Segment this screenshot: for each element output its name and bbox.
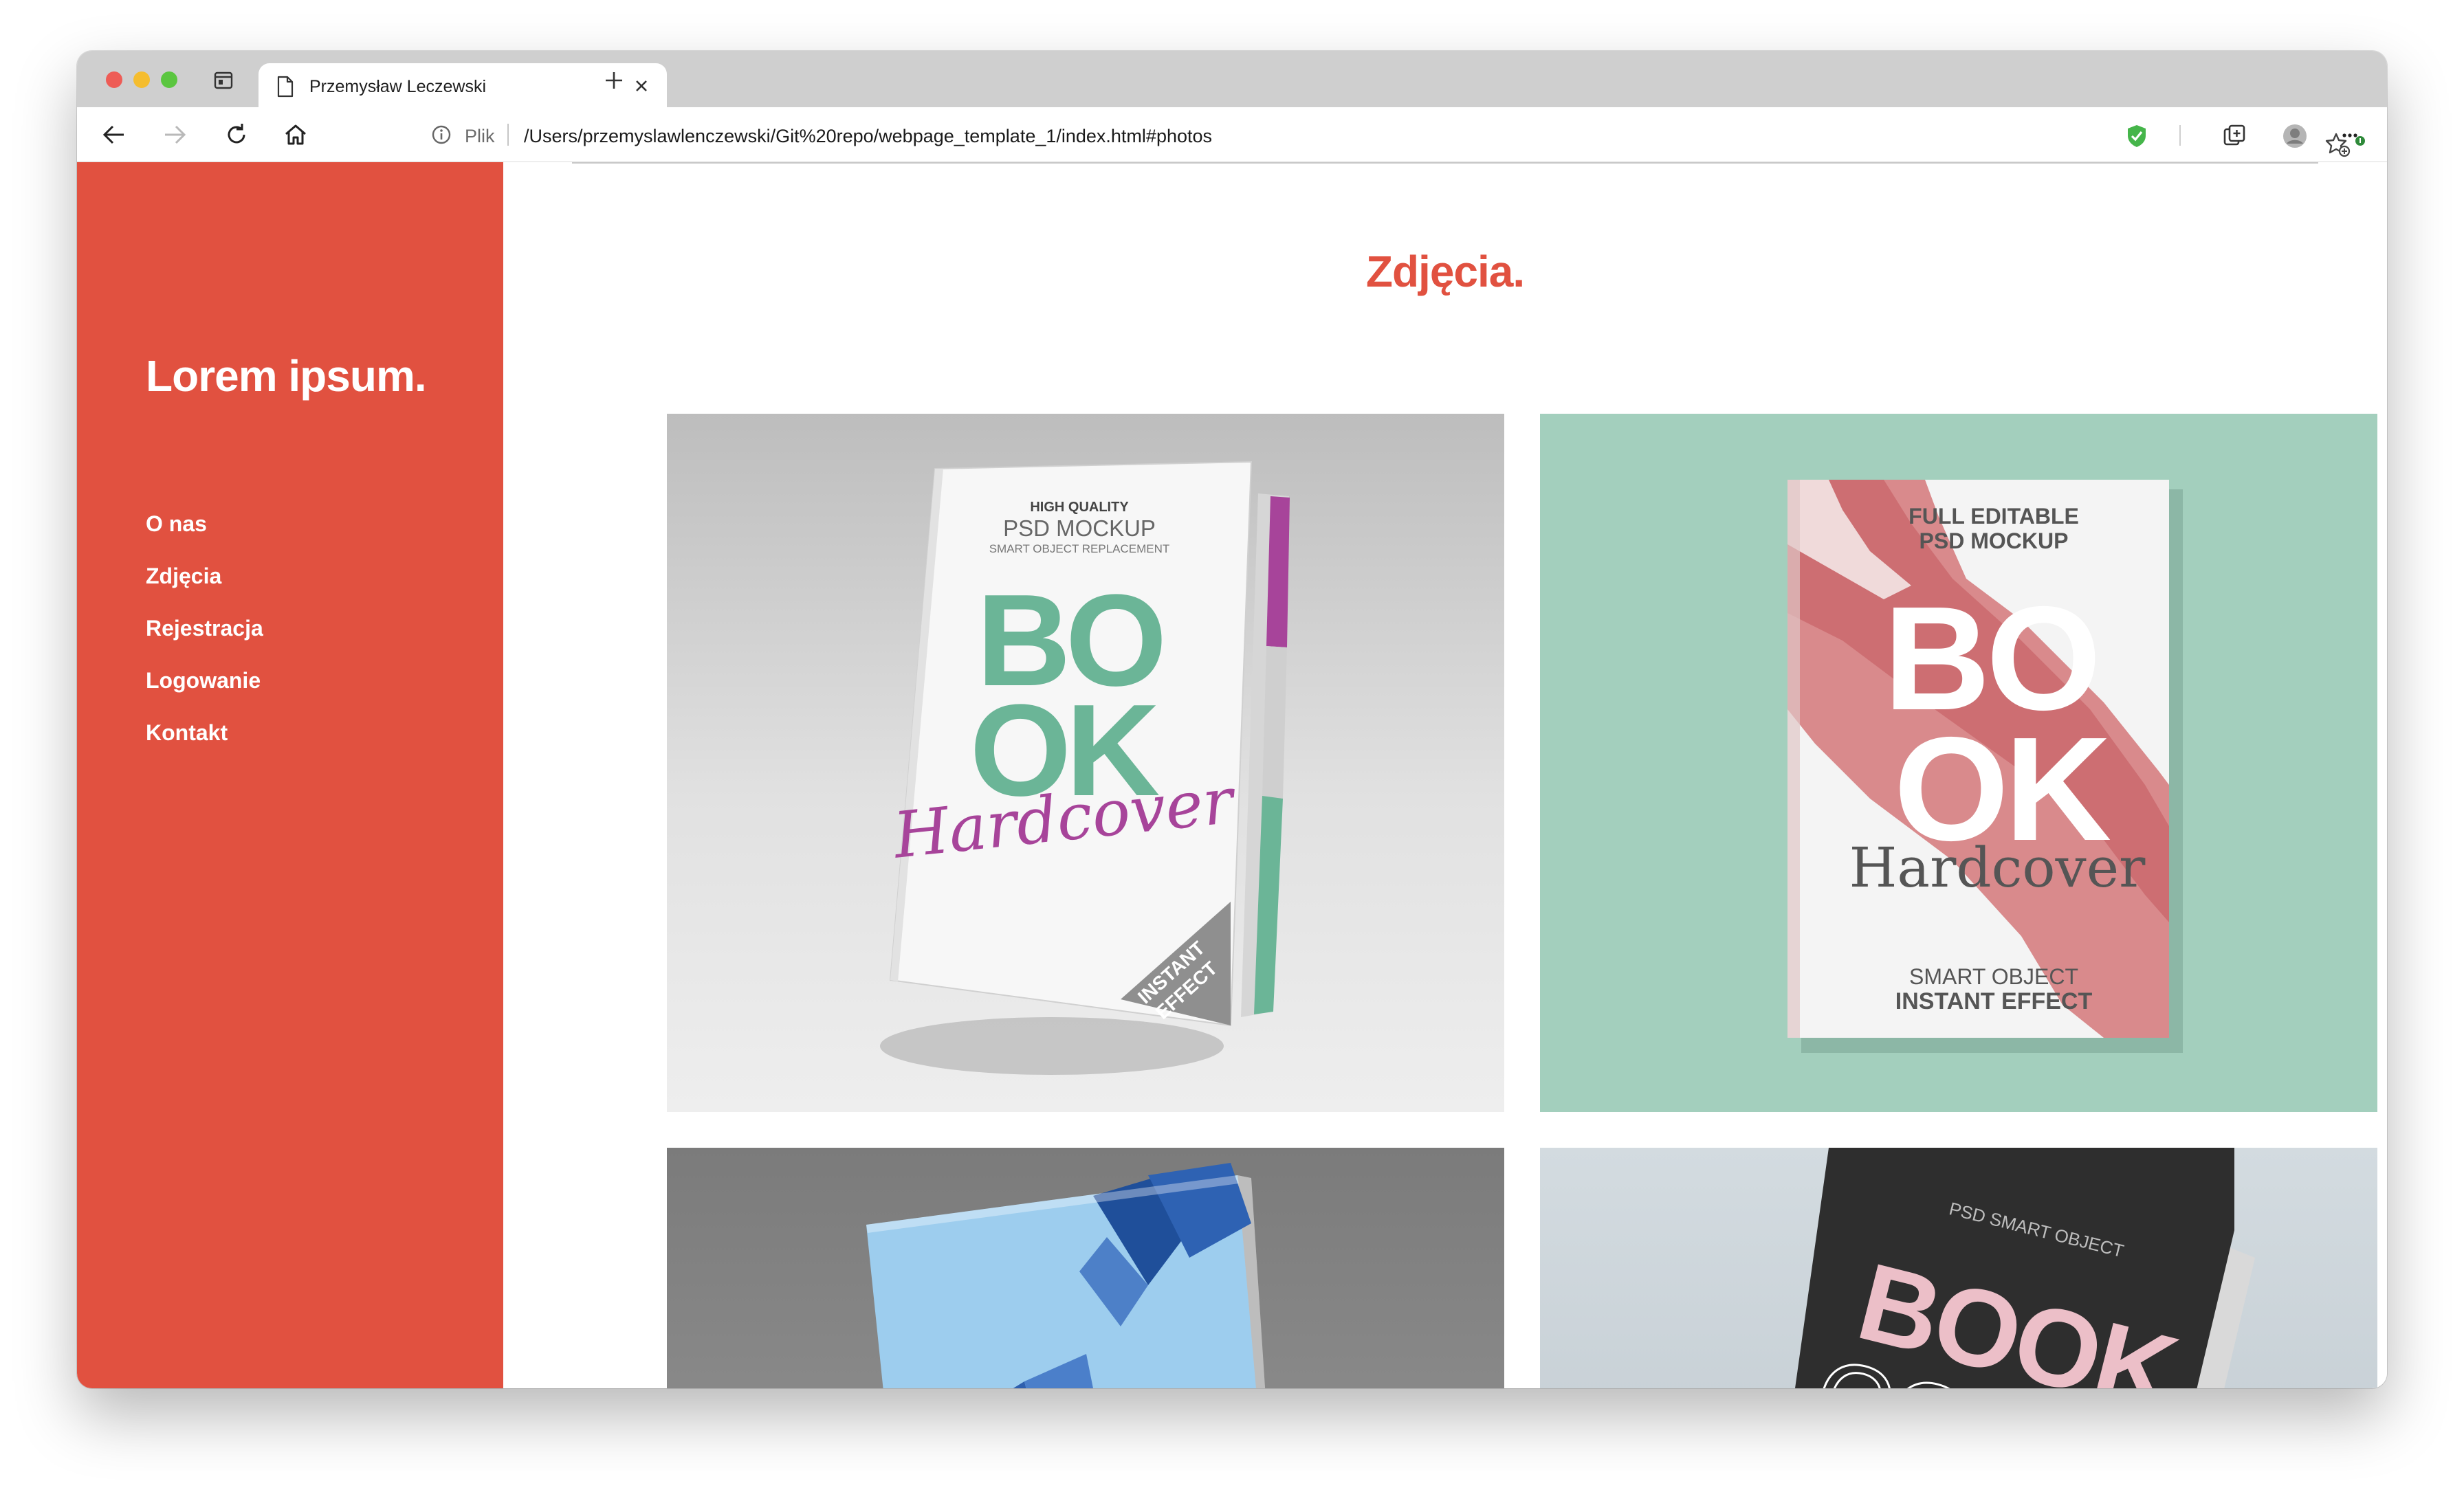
book-image-3 xyxy=(866,1163,1266,1388)
toolbar-divider xyxy=(2179,125,2181,146)
browser-toolbar: Plik /Users/przemyslawlenczewski/Git%20r… xyxy=(77,107,2387,162)
menu-item-logowanie[interactable]: Logowanie xyxy=(146,667,263,719)
page-viewport: Lorem ipsum. O nas Zdjęcia Rejestracja L… xyxy=(77,162,2387,1388)
url-separator xyxy=(507,124,509,146)
tab-bar: Przemysław Leczewski xyxy=(77,51,2387,109)
minimize-window-button[interactable] xyxy=(133,71,150,88)
book2-line3: SMART OBJECT xyxy=(1909,964,2078,989)
back-arrow-icon[interactable] xyxy=(100,121,128,148)
photo-book-mockup-3[interactable] xyxy=(667,1148,1504,1388)
book2-line2: PSD MOCKUP xyxy=(1920,529,2069,553)
collections-icon[interactable] xyxy=(2221,122,2248,150)
url-scheme-label: Plik xyxy=(465,126,495,146)
tab-title: Przemysław Leczewski xyxy=(309,77,487,96)
photo-book-mockup-2[interactable]: FULL EDITABLE PSD MOCKUP BO OK Hardcover… xyxy=(1540,414,2377,1112)
section-heading: Zdjęcia. xyxy=(1365,247,1525,296)
shield-icon[interactable] xyxy=(2123,122,2150,150)
close-icon[interactable] xyxy=(631,76,652,96)
menu-item-zdjecia[interactable]: Zdjęcia xyxy=(146,562,263,614)
photo-book-mockup-1[interactable]: HIGH QUALITY PSD MOCKUP SMART OBJECT REP… xyxy=(667,414,1504,1112)
book-image-1: HIGH QUALITY PSD MOCKUP SMART OBJECT REP… xyxy=(880,460,1290,1075)
menu-item-o-nas[interactable]: O nas xyxy=(146,510,263,562)
forward-arrow-icon[interactable] xyxy=(161,121,188,148)
book-image-4: PSD SMART OBJECT BOOK COVER xyxy=(1795,1148,2255,1388)
book2-line1: FULL EDITABLE xyxy=(1908,504,2079,529)
address-bar[interactable]: Plik /Users/przemyslawlenczewski/Git%20r… xyxy=(337,114,2351,157)
browser-window: Przemysław Leczewski Plik /Users/przemys… xyxy=(77,51,2387,1388)
book1-line3: SMART OBJECT REPLACEMENT xyxy=(989,542,1170,555)
photo-book-mockup-4[interactable]: PSD SMART OBJECT BOOK COVER xyxy=(1540,1148,2377,1388)
site-logo[interactable]: Lorem ipsum. xyxy=(146,351,427,401)
reload-icon[interactable] xyxy=(223,121,250,148)
info-icon[interactable] xyxy=(430,124,452,146)
close-window-button[interactable] xyxy=(106,71,122,88)
profile-avatar-icon[interactable] xyxy=(2281,122,2309,150)
maximize-window-button[interactable] xyxy=(161,71,177,88)
book1-line1: HIGH QUALITY xyxy=(1030,500,1129,515)
book-image-2: FULL EDITABLE PSD MOCKUP BO OK Hardcover… xyxy=(1788,480,2183,1053)
tab-actions-icon[interactable] xyxy=(212,69,235,92)
sidebar-menu: O nas Zdjęcia Rejestracja Logowanie Kont… xyxy=(146,510,263,771)
menu-item-rejestracja[interactable]: Rejestracja xyxy=(146,614,263,667)
main-content: Zdjęcia. HIGH QUALITY PSD MOCKUP SMART O… xyxy=(503,162,2387,1388)
new-tab-icon[interactable] xyxy=(602,69,626,92)
sidebar: Lorem ipsum. O nas Zdjęcia Rejestracja L… xyxy=(77,162,503,1388)
more-menu-icon[interactable] xyxy=(2339,122,2366,150)
book2-script: Hardcover xyxy=(1849,836,2146,900)
book1-line2: PSD MOCKUP xyxy=(1003,515,1156,541)
home-icon[interactable] xyxy=(282,121,309,148)
document-icon xyxy=(277,76,294,98)
url-text[interactable]: /Users/przemyslawlenczewski/Git%20repo/w… xyxy=(524,126,1212,147)
book2-line4: INSTANT EFFECT xyxy=(1895,988,2093,1014)
menu-item-kontakt[interactable]: Kontakt xyxy=(146,719,263,771)
section-divider xyxy=(572,162,2318,164)
